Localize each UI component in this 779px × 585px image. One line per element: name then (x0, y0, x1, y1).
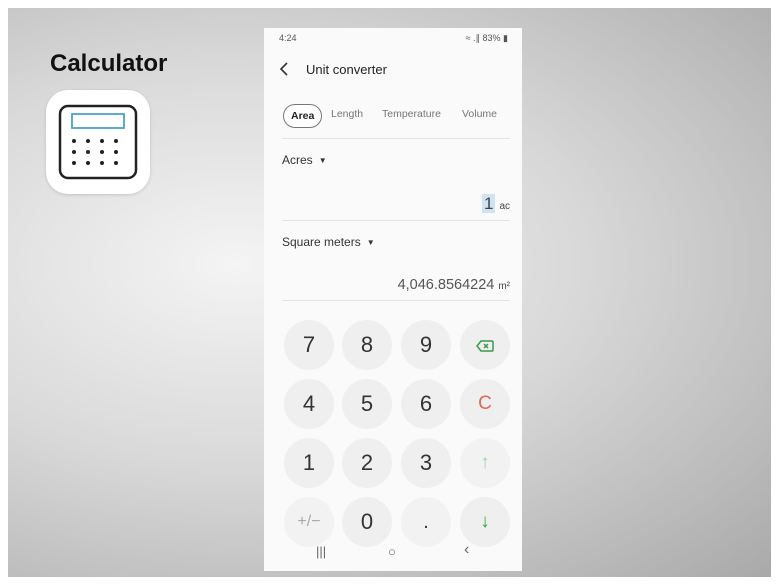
to-value: 4,046.8564224 (397, 277, 495, 293)
key-3[interactable]: 3 (401, 438, 451, 488)
tab-area[interactable]: Area (283, 104, 323, 128)
slide-title: Calculator (50, 50, 168, 77)
from-value: 1 (481, 194, 496, 213)
divider (282, 138, 510, 139)
to-value-field: 4,046.8564224 m² (398, 276, 510, 294)
key-8[interactable]: 8 (342, 320, 392, 370)
app-header: Unit converter (264, 56, 522, 84)
to-unit-label: Square meters (282, 235, 361, 249)
backspace-key[interactable] (460, 320, 510, 370)
key-6[interactable]: 6 (401, 379, 451, 429)
calculator-icon (58, 104, 138, 180)
from-value-field[interactable]: 1 ac (481, 194, 510, 214)
tab-volume[interactable]: Volume (462, 108, 497, 120)
key-1[interactable]: 1 (284, 438, 334, 488)
divider (282, 220, 510, 221)
chevron-down-icon: ▼ (366, 238, 375, 247)
page-title: Unit converter (306, 62, 387, 77)
move-up-key[interactable]: ↑ (460, 438, 510, 488)
key-2[interactable]: 2 (342, 438, 392, 488)
status-time: 4:24 (279, 33, 297, 43)
home-button[interactable]: ○ (388, 544, 396, 559)
to-unit-abbr: m² (498, 281, 510, 292)
key-4[interactable]: 4 (284, 379, 334, 429)
backspace-icon (476, 340, 494, 352)
from-unit-dropdown[interactable]: Acres ▼ (282, 153, 327, 167)
clear-key[interactable]: C (460, 379, 510, 429)
back-arrow-icon[interactable] (278, 60, 298, 80)
chevron-down-icon: ▼ (318, 156, 327, 165)
status-indicators: ≈ .∥ 83% ▮ (465, 33, 508, 43)
status-bar: 4:24 ≈ .∥ 83% ▮ (264, 28, 522, 48)
from-unit-abbr: ac (499, 201, 510, 212)
tab-length[interactable]: Length (331, 108, 363, 120)
from-unit-label: Acres (282, 153, 313, 167)
system-nav-bar: ||| ○ ‹ (264, 538, 522, 568)
key-7[interactable]: 7 (284, 320, 334, 370)
phone-screen: 4:24 ≈ .∥ 83% ▮ Unit converter Area Leng… (264, 28, 522, 571)
back-button[interactable]: ‹ (464, 541, 469, 559)
to-unit-dropdown[interactable]: Square meters ▼ (282, 235, 375, 249)
unit-category-tabs: Area Length Temperature Volume (264, 102, 522, 132)
key-9[interactable]: 9 (401, 320, 451, 370)
recents-button[interactable]: ||| (316, 544, 326, 559)
tab-temperature[interactable]: Temperature (382, 108, 441, 120)
calculator-app-tile (46, 90, 150, 194)
key-5[interactable]: 5 (342, 379, 392, 429)
divider (282, 300, 510, 301)
